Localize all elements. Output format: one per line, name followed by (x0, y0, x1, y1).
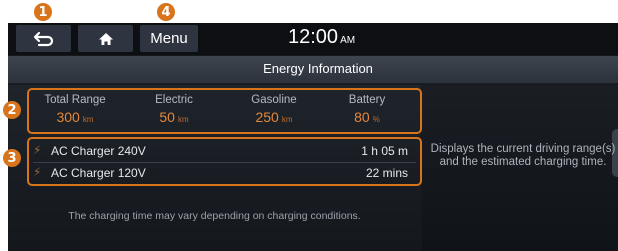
range-gasoline-value: 250 (255, 109, 279, 125)
range-electric-value: 50 (159, 109, 175, 125)
lightning-icon: ⚡︎ (33, 165, 42, 179)
range-total-label: Total Range (44, 94, 106, 106)
driving-range-box: Total Range 300 km Electric 50 km Gasoline… (27, 88, 422, 134)
range-total-unit: km (82, 115, 94, 124)
callout-1: 1 (34, 3, 52, 21)
range-battery-value-line: 80% (327, 109, 407, 125)
title-bar: Energy Information (8, 56, 618, 84)
page-title: Energy Information (263, 61, 373, 76)
charger-row[interactable]: ⚡︎ AC Charger 120V 22 mins (29, 162, 420, 184)
range-total-value: 300 (56, 109, 80, 125)
clock: 12:00 AM (288, 26, 355, 49)
charger-name: AC Charger 120V (51, 166, 146, 180)
charger-name: AC Charger 240V (51, 144, 146, 158)
home-icon (98, 32, 113, 45)
range-battery-unit: % (372, 115, 380, 124)
callout-2: 2 (3, 101, 21, 119)
range-electric-label: Electric (155, 94, 193, 106)
back-button[interactable] (16, 25, 71, 52)
charger-time: 22 mins (365, 166, 408, 180)
range-electric: Electric 50 km (134, 94, 214, 125)
range-battery-label: Battery (348, 94, 386, 106)
back-arrow-icon (33, 31, 53, 46)
range-battery-value: 80 (354, 109, 370, 125)
range-electric-value-line: 50 km (134, 109, 214, 125)
menu-button-label: Menu (150, 30, 188, 47)
range-gasoline-label: Gasoline (251, 94, 297, 106)
range-gasoline: Gasoline 250 km (234, 94, 314, 125)
clock-ampm: AM (340, 35, 356, 46)
clock-time: 12:00 (288, 26, 339, 48)
callout-4: 4 (157, 3, 175, 21)
charger-row[interactable]: ⚡︎ AC Charger 240V 1 h 05 m (29, 140, 420, 162)
home-button[interactable] (78, 25, 133, 52)
lightning-icon: ⚡︎ (33, 143, 42, 157)
range-battery: Battery 80% (327, 94, 407, 125)
head-unit-screen: Menu 12:00 AM Energy Information Total Ra… (8, 23, 618, 251)
range-electric-unit: km (177, 115, 189, 124)
range-gasoline-unit: km (281, 115, 293, 124)
range-total-value-line: 300 km (35, 109, 115, 125)
callout-3: 3 (3, 149, 21, 167)
charger-time: 1 h 05 m (361, 144, 408, 158)
charging-note: The charging time may vary depending on … (68, 210, 361, 222)
top-bar: Menu 12:00 AM (8, 23, 618, 55)
range-gasoline-value-line: 250 km (234, 109, 314, 125)
charging-time-box: ⚡︎ AC Charger 240V 1 h 05 m ⚡︎ AC Charge… (27, 137, 422, 186)
help-description: Displays the current driving range(s) an… (430, 143, 616, 168)
range-total: Total Range 300 km (35, 94, 115, 125)
menu-button[interactable]: Menu (140, 25, 198, 52)
